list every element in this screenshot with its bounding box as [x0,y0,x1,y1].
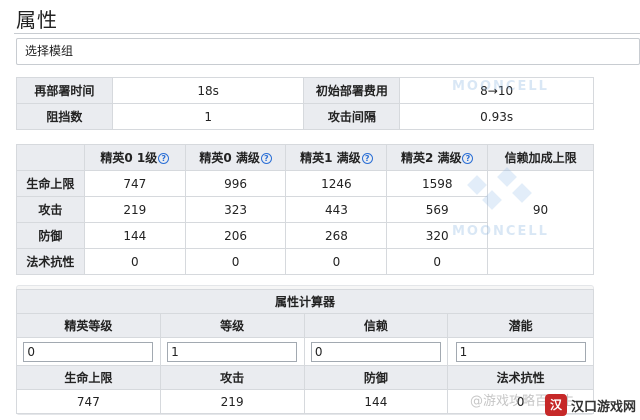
level-input[interactable] [167,341,298,362]
atk-value: 323 [184,196,287,223]
hp-value: 747 [83,170,186,197]
row-label-hp: 生命上限 [16,170,85,197]
redeploy-time-value: 18s [111,77,305,104]
table-row: 再部署时间 18s 初始部署费用 8→10 [16,77,594,104]
calculator-input-label-row: 精英等级 等级 信赖 潜能 [16,313,594,338]
trust-label: 信赖 [303,313,449,338]
corner-cell [16,144,85,171]
header-label: 精英2 满级 [400,151,462,165]
def-value: 144 [83,222,186,249]
attack-interval-value: 0.93s [399,103,594,130]
header-label: 精英0 1级 [100,151,158,165]
block-count-label: 阻挡数 [16,103,113,130]
module-select[interactable]: 选择模组 [16,38,640,65]
header-elite1-max: 精英1 满级? [285,144,388,171]
elite-level-input[interactable] [23,341,154,362]
basic-stats-table: 再部署时间 18s 初始部署费用 8→10 阻挡数 1 攻击间隔 0.93s [16,77,594,130]
def-value: 320 [386,222,489,249]
header-label: 精英1 满级 [300,151,361,165]
attack-interval-label: 攻击间隔 [303,103,401,130]
deploy-cost-label: 初始部署费用 [303,77,401,104]
table-row: 生命上限 747 996 1246 1598 90 [16,170,594,249]
res-value: 0 [386,248,489,275]
header-elite0-lv1: 精英0 1级? [83,144,186,171]
result-hp-label: 生命上限 [16,365,161,390]
header-elite2-max: 精英2 满级? [386,144,489,171]
calculator-title-row: 属性计算器 [16,289,594,314]
result-res-label: 法术抗性 [447,365,594,390]
atk-value: 219 [83,196,186,223]
corner-logo: 汉 汉口游戏网 [508,392,636,418]
potential-cell [447,337,594,366]
row-label-res: 法术抗性 [16,248,85,275]
hp-value: 1598 [386,170,489,197]
table-header-row: 精英0 1级? 精英0 满级? 精英1 满级? 精英2 满级? 信赖加成上限 [16,144,594,171]
table-row: 法术抗性 0 0 0 0 [16,248,594,275]
potential-input[interactable] [455,341,586,362]
trust-bonus-value: 90 [487,170,594,249]
help-icon[interactable]: ? [260,153,272,164]
logo-mark-icon: 汉 [544,394,567,416]
elite-stats-table: 精英0 1级? 精英0 满级? 精英1 满级? 精英2 满级? 信赖加成上限 生… [16,144,594,275]
header-label: 精英0 满级 [199,151,260,165]
def-value: 268 [285,222,388,249]
res-value: 0 [184,248,287,275]
block-count-value: 1 [111,103,305,130]
table-row: 阻挡数 1 攻击间隔 0.93s [16,103,594,130]
level-cell [159,337,305,366]
redeploy-time-label: 再部署时间 [16,77,113,104]
row-label-atk: 攻击 [16,196,85,223]
atk-value: 443 [285,196,388,223]
row-label-def: 防御 [16,222,85,249]
help-icon[interactable]: ? [158,153,170,164]
help-icon[interactable]: ? [361,153,373,164]
deploy-cost-value: 8→10 [399,77,594,104]
hp-value: 996 [184,170,287,197]
elite-level-label: 精英等级 [16,313,161,338]
calculator-input-row [16,337,594,366]
calculator-result-label-row: 生命上限 攻击 防御 法术抗性 [16,365,594,390]
trust-input[interactable] [310,341,441,362]
hp-value: 1246 [285,170,388,197]
res-value: 0 [285,248,388,275]
title-divider [14,33,640,34]
result-def-value: 144 [303,389,449,414]
result-def-label: 防御 [303,365,449,390]
trust-cell [303,337,449,366]
header-trust-bonus: 信赖加成上限 [487,144,594,171]
def-value: 206 [184,222,287,249]
potential-label: 潜能 [447,313,594,338]
header-elite0-max: 精英0 满级? [184,144,287,171]
result-atk-value: 219 [159,389,305,414]
level-label: 等级 [159,313,305,338]
logo-text: 汉口游戏网 [570,399,636,415]
empty-cell [487,248,594,275]
res-value: 0 [83,248,186,275]
result-hp-value: 747 [16,389,161,414]
calculator-result-row: 747 219 144 0 [16,389,594,414]
section-title: 属性 [16,8,58,32]
result-atk-label: 攻击 [159,365,305,390]
help-icon[interactable]: ? [462,153,474,164]
calculator-title: 属性计算器 [16,289,594,314]
atk-value: 569 [386,196,489,223]
elite-level-cell [16,337,161,366]
